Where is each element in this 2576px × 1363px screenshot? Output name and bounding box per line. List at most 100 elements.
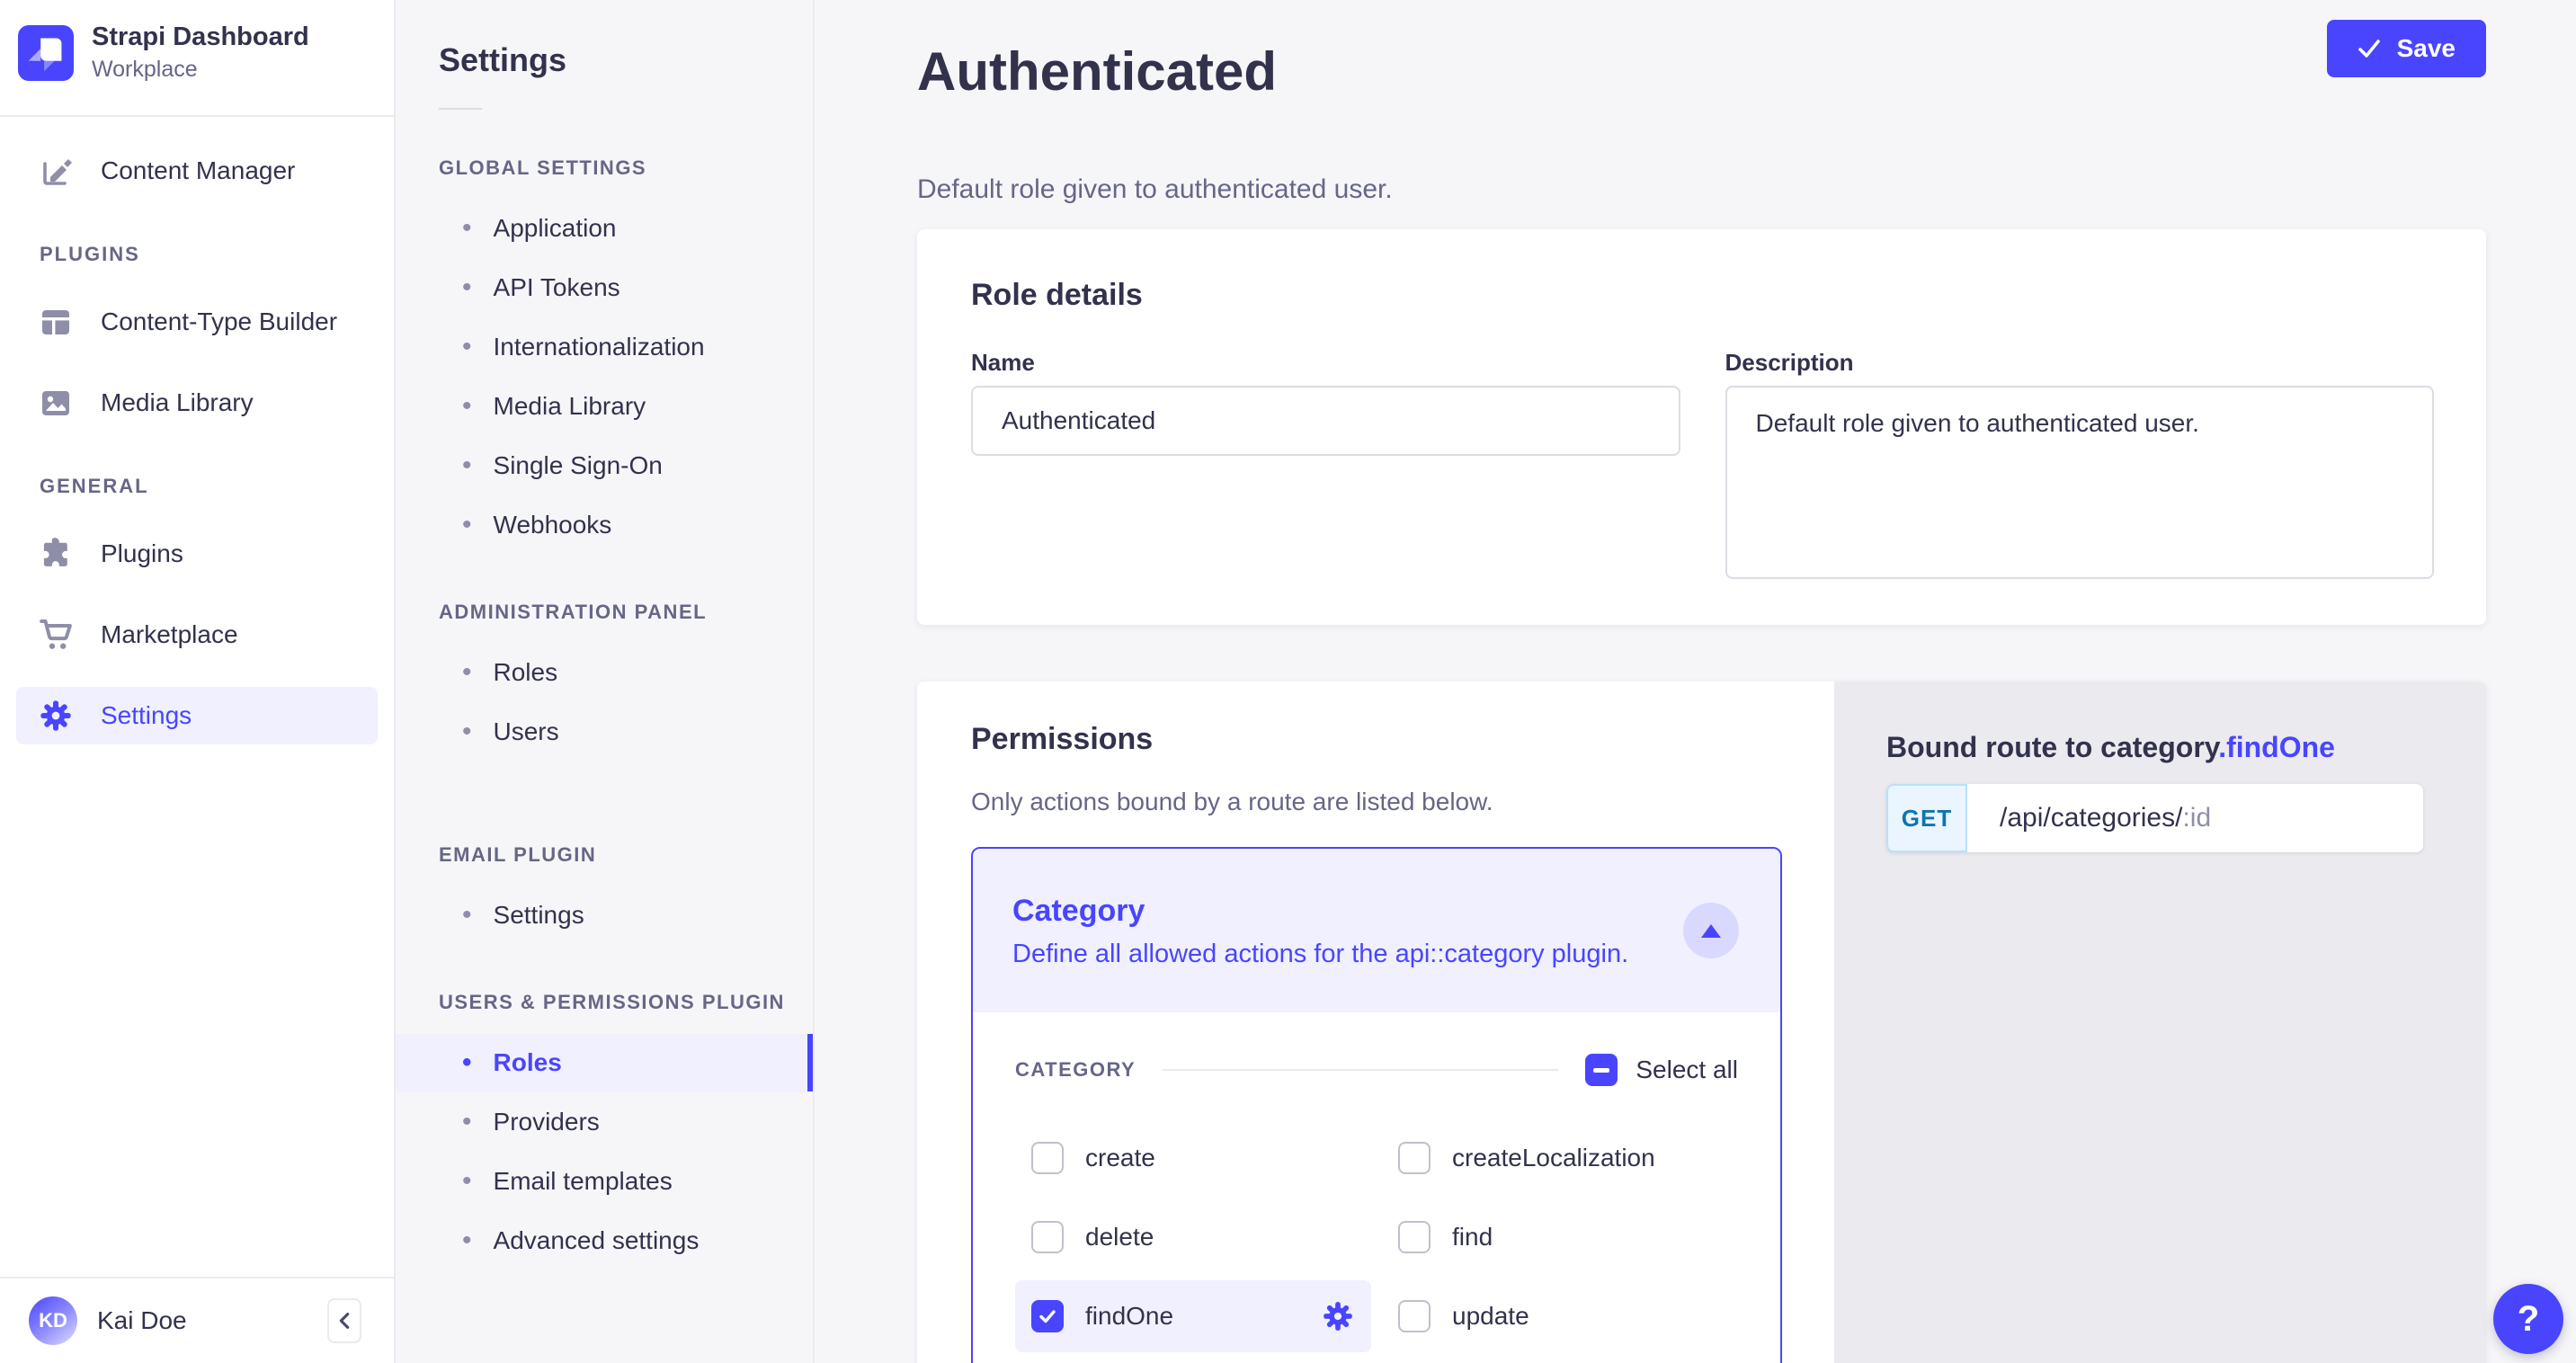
description-field-group: Description Default role given to authen… <box>1725 349 2435 584</box>
subnav-item-internationalization[interactable]: •Internationalization <box>396 318 813 376</box>
findOne-settings-button[interactable] <box>1321 1299 1355 1333</box>
create-checkbox[interactable] <box>1031 1142 1064 1174</box>
select-all-checkbox[interactable] <box>1585 1054 1618 1086</box>
sidebar-item-media-library[interactable]: Media Library <box>16 374 378 432</box>
bullet-icon: • <box>462 332 472 362</box>
subnav-item-up-roles[interactable]: • Roles <box>396 1034 813 1091</box>
delete-checkbox[interactable] <box>1031 1221 1064 1253</box>
name-input[interactable] <box>971 386 1680 456</box>
subnav-item-label: Application <box>494 214 617 243</box>
bound-route-heading: Bound route to category.findOne <box>1886 731 2423 764</box>
subnav-item-up-advanced-settings[interactable]: •Advanced settings <box>396 1212 813 1269</box>
route-display: GET /api/categories/:id <box>1886 784 2423 852</box>
bullet-icon: • <box>462 1047 472 1078</box>
permission-cell-findOne: findOne <box>1015 1280 1371 1352</box>
subnav-item-label: Media Library <box>494 392 646 421</box>
subnav-divider <box>439 108 482 110</box>
subnav-item-label: Advanced settings <box>494 1226 700 1255</box>
createLocalization-checkbox[interactable] <box>1398 1142 1431 1174</box>
subnav-section-administration-panel: ADMINISTRATION PANEL <box>439 601 813 624</box>
triangle-up-icon <box>1701 924 1721 938</box>
app-title: Strapi Dashboard <box>92 23 309 52</box>
sidebar-footer: KD Kai Doe <box>0 1277 394 1363</box>
route-path-base: /api/categories/ <box>2000 803 2182 833</box>
sidebar-item-plugins[interactable]: Plugins <box>16 525 378 583</box>
permissions-card: Permissions Only actions bound by a rout… <box>917 682 1834 1363</box>
subnav-item-label: Settings <box>494 901 584 930</box>
check-icon <box>1038 1306 1057 1326</box>
description-textarea[interactable]: Default role given to authenticated user… <box>1725 386 2435 579</box>
sidebar-item-marketplace[interactable]: Marketplace <box>16 606 378 664</box>
collapse-accordion-button[interactable] <box>1683 903 1739 958</box>
subnav-item-label: API Tokens <box>494 273 620 302</box>
permissions-heading: Permissions <box>971 722 1782 757</box>
workspace-brand[interactable]: Strapi Dashboard Workplace <box>0 0 394 117</box>
subnav-item-application[interactable]: • Application <box>396 200 813 257</box>
subnav-item-label: Users <box>494 717 559 746</box>
subnav-item-admin-roles[interactable]: • Roles <box>396 644 813 701</box>
page-subtitle: Default role given to authenticated user… <box>917 174 2486 204</box>
sidebar-section-general: GENERAL <box>40 475 378 498</box>
subnav-item-label: Single Sign-On <box>494 451 663 480</box>
find-checkbox[interactable] <box>1398 1221 1431 1253</box>
bullet-icon: • <box>462 657 472 688</box>
subnav-item-label: Webhooks <box>494 511 612 539</box>
bullet-icon: • <box>462 510 472 540</box>
select-all-label: Select all <box>1636 1056 1738 1084</box>
user-name[interactable]: Kai Doe <box>97 1306 187 1335</box>
avatar[interactable]: KD <box>29 1296 77 1345</box>
permissions-section: Permissions Only actions bound by a rout… <box>917 682 2486 1363</box>
workspace-name: Workplace <box>92 57 309 83</box>
subnav-section-email-plugin: EMAIL PLUGIN <box>439 843 813 867</box>
puzzle-icon <box>38 536 74 572</box>
bound-route-prefix: Bound route to category <box>1886 731 2218 763</box>
bullet-icon: • <box>462 213 472 244</box>
save-button[interactable]: Save <box>2327 20 2486 77</box>
permission-label: find <box>1452 1223 1493 1252</box>
accordion-title: Category <box>1012 894 1741 929</box>
bullet-icon: • <box>462 717 472 747</box>
subnav-item-label: Roles <box>494 658 558 687</box>
role-details-heading: Role details <box>971 278 2434 313</box>
permission-cell-delete: delete <box>1015 1201 1371 1273</box>
subnav-item-media-library[interactable]: •Media Library <box>396 378 813 435</box>
subnav-item-webhooks[interactable]: • Webhooks <box>396 496 813 554</box>
permissions-grid: create createLocalization delete fi <box>1015 1122 1738 1352</box>
bound-route-action: .findOne <box>2218 731 2335 763</box>
subnav-item-label: Roles <box>494 1048 562 1077</box>
subnav-section-global-settings: GLOBAL SETTINGS <box>439 156 813 180</box>
sidebar-item-content-type-builder[interactable]: Content-Type Builder <box>16 293 378 351</box>
subnav-item-label: Email templates <box>494 1167 673 1196</box>
category-accordion-header[interactable]: Category Define all allowed actions for … <box>973 849 1780 1012</box>
findOne-checkbox[interactable] <box>1031 1300 1064 1332</box>
subnav-item-admin-users[interactable]: • Users <box>396 703 813 761</box>
description-label: Description <box>1725 349 2435 377</box>
sidebar-item-content-manager[interactable]: Content Manager <box>16 142 378 200</box>
subnav-item-api-tokens[interactable]: •API Tokens <box>396 259 813 316</box>
gear-icon <box>38 698 74 734</box>
permission-cell-find: find <box>1382 1201 1738 1273</box>
subnav-item-up-providers[interactable]: • Providers <box>396 1093 813 1151</box>
subnav-item-label: Providers <box>494 1108 600 1136</box>
bullet-icon: • <box>462 1107 472 1137</box>
bullet-icon: • <box>462 450 472 481</box>
sidebar-item-settings[interactable]: Settings <box>16 687 378 744</box>
subnav-item-email-settings[interactable]: • Settings <box>396 886 813 944</box>
update-checkbox[interactable] <box>1398 1300 1431 1332</box>
permission-label: create <box>1085 1144 1155 1172</box>
subnav-item-single-sign-on[interactable]: • Single Sign-On <box>396 437 813 494</box>
strapi-logo-icon <box>18 25 74 81</box>
sidebar-item-label: Content-Type Builder <box>101 307 337 336</box>
bullet-icon: • <box>462 900 472 931</box>
permission-cell-createLocalization: createLocalization <box>1382 1122 1738 1194</box>
permissions-subtitle: Only actions bound by a route are listed… <box>971 788 1782 816</box>
subnav-section-users-permissions-plugin: USERS & PERMISSIONS PLUGIN <box>439 991 813 1014</box>
subnav-item-up-email-templates[interactable]: •Email templates <box>396 1153 813 1210</box>
category-accordion-body: CATEGORY Select all create <box>973 1012 1780 1363</box>
sidebar-item-label: Settings <box>101 701 192 730</box>
help-button[interactable]: ? <box>2493 1284 2563 1354</box>
collapse-sidebar-button[interactable] <box>327 1298 361 1343</box>
select-all-control[interactable]: Select all <box>1585 1054 1738 1086</box>
image-icon <box>38 385 74 421</box>
route-path-param: :id <box>2182 803 2211 833</box>
